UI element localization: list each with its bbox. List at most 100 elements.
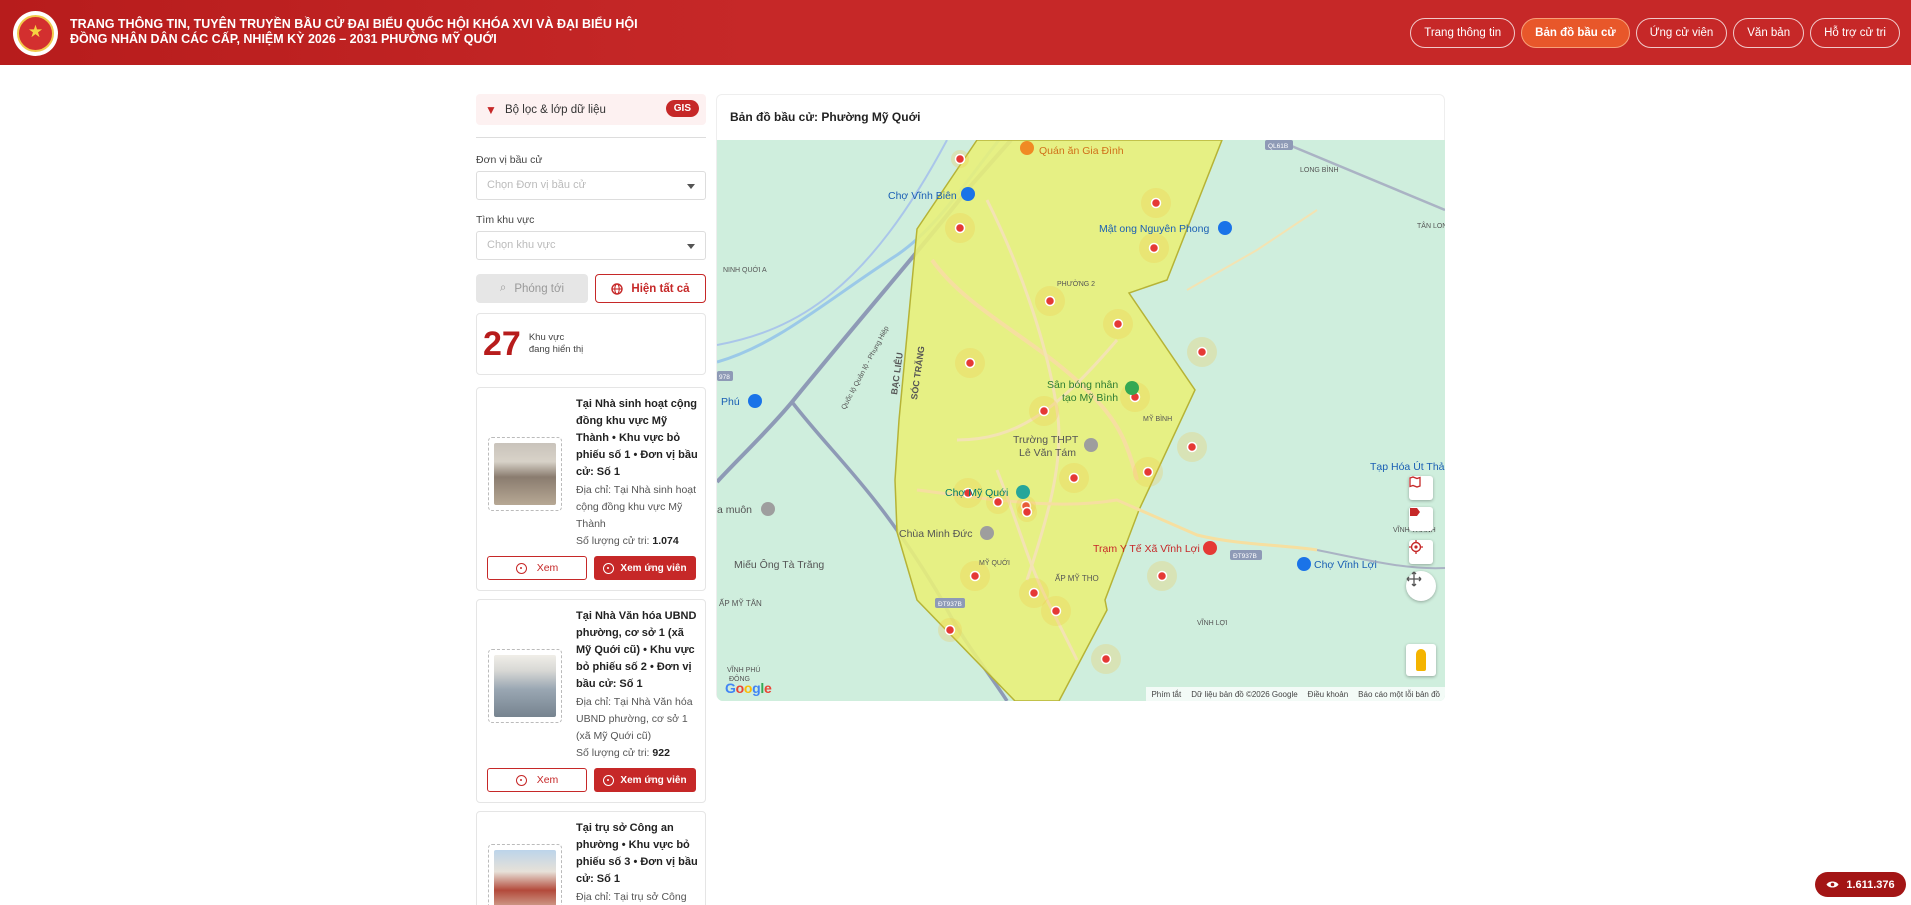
map-attribution: Phím tắt Dữ liệu bản đồ ©2026 Google Điề… [1146, 687, 1445, 701]
map-canvas[interactable]: Quán ăn Gia Đình Chợ Vĩnh Biên LONG BÌNH… [717, 140, 1445, 701]
filter-label: Bộ lọc & lớp dữ liệu [505, 103, 606, 116]
view-candidates-button[interactable]: Xem ứng viên [594, 556, 696, 580]
label-dt937b-2: ĐT937B [938, 601, 962, 608]
restaurant-icon [1020, 141, 1034, 155]
area-select[interactable]: Chọn khu vực [476, 231, 706, 260]
view-button[interactable]: Xem [487, 768, 587, 792]
chevron-down-icon [687, 244, 695, 249]
report-error-link[interactable]: Báo cáo một lỗi bản đồ [1358, 690, 1440, 699]
label-978: 978 [719, 374, 730, 381]
station-photo[interactable] [488, 844, 562, 905]
show-all-button[interactable]: Hiện tất cả [595, 274, 706, 303]
station-marker [1017, 502, 1037, 522]
polling-station-card[interactable]: Tại Nhà Văn hóa UBND phường, cơ sở 1 (xã… [476, 599, 706, 803]
view-button[interactable]: Xem [487, 556, 587, 580]
label-tram-y-te: Trạm Y Tế Xã Vĩnh Lợi [1093, 543, 1200, 555]
label-icon[interactable] [1409, 507, 1433, 531]
area-count-box: 27 Khu vực đang hiển thị [476, 313, 706, 375]
label-cho-my-quoi: Chợ Mỹ Quới [945, 487, 1008, 499]
map-panel: Bản đồ bầu cử: Phường Mỹ Quới Quán ăn Gi… [716, 94, 1445, 701]
label-cho-vinh-bien: Chợ Vĩnh Biên [888, 190, 957, 202]
chevron-down-icon [687, 184, 695, 189]
station-title: Tại Nhà Văn hóa UBND phường, cơ sở 1 (xã… [576, 610, 697, 690]
national-emblem-logo[interactable]: ★ [13, 11, 58, 56]
station-marker [1133, 457, 1163, 487]
voter-count: 922 [652, 747, 670, 759]
label-tan-long: TÂN LONG [1417, 221, 1445, 230]
station-photo[interactable] [488, 437, 562, 511]
label-dt937b: ĐT937B [1233, 553, 1257, 560]
label-truong-thpt: Trường THPT [1013, 434, 1079, 446]
station-marker [1187, 337, 1217, 367]
locate-icon[interactable] [1409, 540, 1433, 564]
label-phuong-2: PHƯỜNG 2 [1057, 279, 1095, 288]
google-logo: Google [725, 680, 772, 696]
filter-header[interactable]: ▼ Bộ lọc & lớp dữ liệu GIS [476, 94, 706, 125]
unit-label: Đơn vị bầu cử [476, 154, 543, 166]
station-marker [938, 618, 962, 642]
station-marker [1041, 596, 1071, 626]
label-vinh-phu: VĨNH PHÚ [727, 665, 760, 674]
view-label: Xem [536, 774, 559, 786]
station-marker [1139, 233, 1169, 263]
label-mat-ong: Mật ong Nguyên Phong [1099, 223, 1209, 235]
show-all-label: Hiện tất cả [631, 282, 690, 295]
unit-select-placeholder: Chọn Đơn vị bầu cử [487, 179, 586, 191]
nav-voter-support[interactable]: Hỗ trợ cử tri [1810, 18, 1900, 48]
filter-sidebar: ▼ Bộ lọc & lớp dữ liệu GIS Đơn vị bầu cử… [476, 94, 706, 905]
station-marker [1103, 309, 1133, 339]
election-map[interactable]: Quán ăn Gia Đình Chợ Vĩnh Biên LONG BÌNH… [717, 140, 1445, 701]
school-icon [1084, 438, 1098, 452]
view-candidates-label: Xem ứng viên [620, 774, 687, 786]
action-row: ⌕ Phóng tới Hiện tất cả [476, 274, 706, 303]
station-marker [1091, 644, 1121, 674]
nav-info[interactable]: Trang thông tin [1410, 18, 1516, 48]
view-label: Xem [536, 562, 559, 574]
label-ql61b: QL61B [1268, 143, 1288, 150]
map-title: Bản đồ bầu cử: Phường Mỹ Quới [730, 110, 921, 124]
station-photo[interactable] [488, 649, 562, 723]
area-count: 27 [483, 325, 521, 363]
zoom-to-button[interactable]: ⌕ Phóng tới [476, 274, 588, 303]
label-san-bong-2: tạo Mỹ Bình [1062, 392, 1118, 404]
fullscreen-icon[interactable] [1406, 571, 1436, 601]
unit-select[interactable]: Chọn Đơn vị bầu cử [476, 171, 706, 200]
polling-station-card[interactable]: Tại trụ sở Công an phường • Khu vực bỏ p… [476, 811, 706, 905]
market-icon [1297, 557, 1311, 571]
site-title[interactable]: TRANG THÔNG TIN, TUYÊN TRUYỀN BẦU CỬ ĐẠI… [70, 17, 670, 47]
terms-link[interactable]: Điều khoản [1308, 690, 1348, 699]
station-marker [955, 348, 985, 378]
pegman-icon[interactable] [1406, 644, 1436, 676]
temple-icon [761, 502, 775, 516]
temple-icon [980, 526, 994, 540]
label-ninh-quoi-a: NINH QUỚI A [723, 265, 767, 274]
view-count: 1.611.376 [1846, 878, 1895, 891]
station-voters: Số lượng cử tri: 1.074 [576, 535, 679, 547]
area-count-label: Khu vực [528, 332, 565, 343]
label-ap-my-tan: ẤP MỸ TÂN [719, 598, 762, 608]
station-marker [1029, 396, 1059, 426]
map-layers-icon[interactable] [1409, 476, 1433, 500]
nav-election-map[interactable]: Bản đồ bầu cử [1521, 18, 1630, 48]
eye-icon [1826, 881, 1839, 888]
target-icon [515, 562, 527, 574]
label-long-binh: LONG BÌNH [1300, 165, 1339, 174]
polling-station-card[interactable]: Tại Nhà sinh hoạt cộng đồng khu vực Mỹ T… [476, 387, 706, 591]
zoom-to-label: Phóng tới [514, 282, 565, 295]
label-tap-hoa: Tạp Hóa Út Thả [1370, 460, 1445, 473]
area-select-placeholder: Chọn khu vực [487, 239, 556, 251]
keyboard-shortcuts-link[interactable]: Phím tắt [1151, 690, 1181, 699]
nav-documents[interactable]: Văn bản [1733, 18, 1805, 48]
label-vinh-loi: VĨNH LỢI [1197, 618, 1228, 627]
label-ap-my-tho: ẤP MỸ THO [1055, 573, 1099, 583]
station-address: Địa chỉ: Tại trụ sở Công [576, 891, 687, 903]
station-marker [1059, 463, 1089, 493]
station-marker [945, 213, 975, 243]
info-icon [603, 774, 615, 786]
nav-candidates[interactable]: Ứng cử viên [1635, 18, 1728, 48]
label-my-binh: MỸ BÌNH [1143, 414, 1172, 423]
view-candidates-button[interactable]: Xem ứng viên [594, 768, 696, 792]
park-icon [1125, 381, 1139, 395]
label-phu: Phú [721, 396, 740, 408]
view-candidates-label: Xem ứng viên [620, 562, 687, 574]
